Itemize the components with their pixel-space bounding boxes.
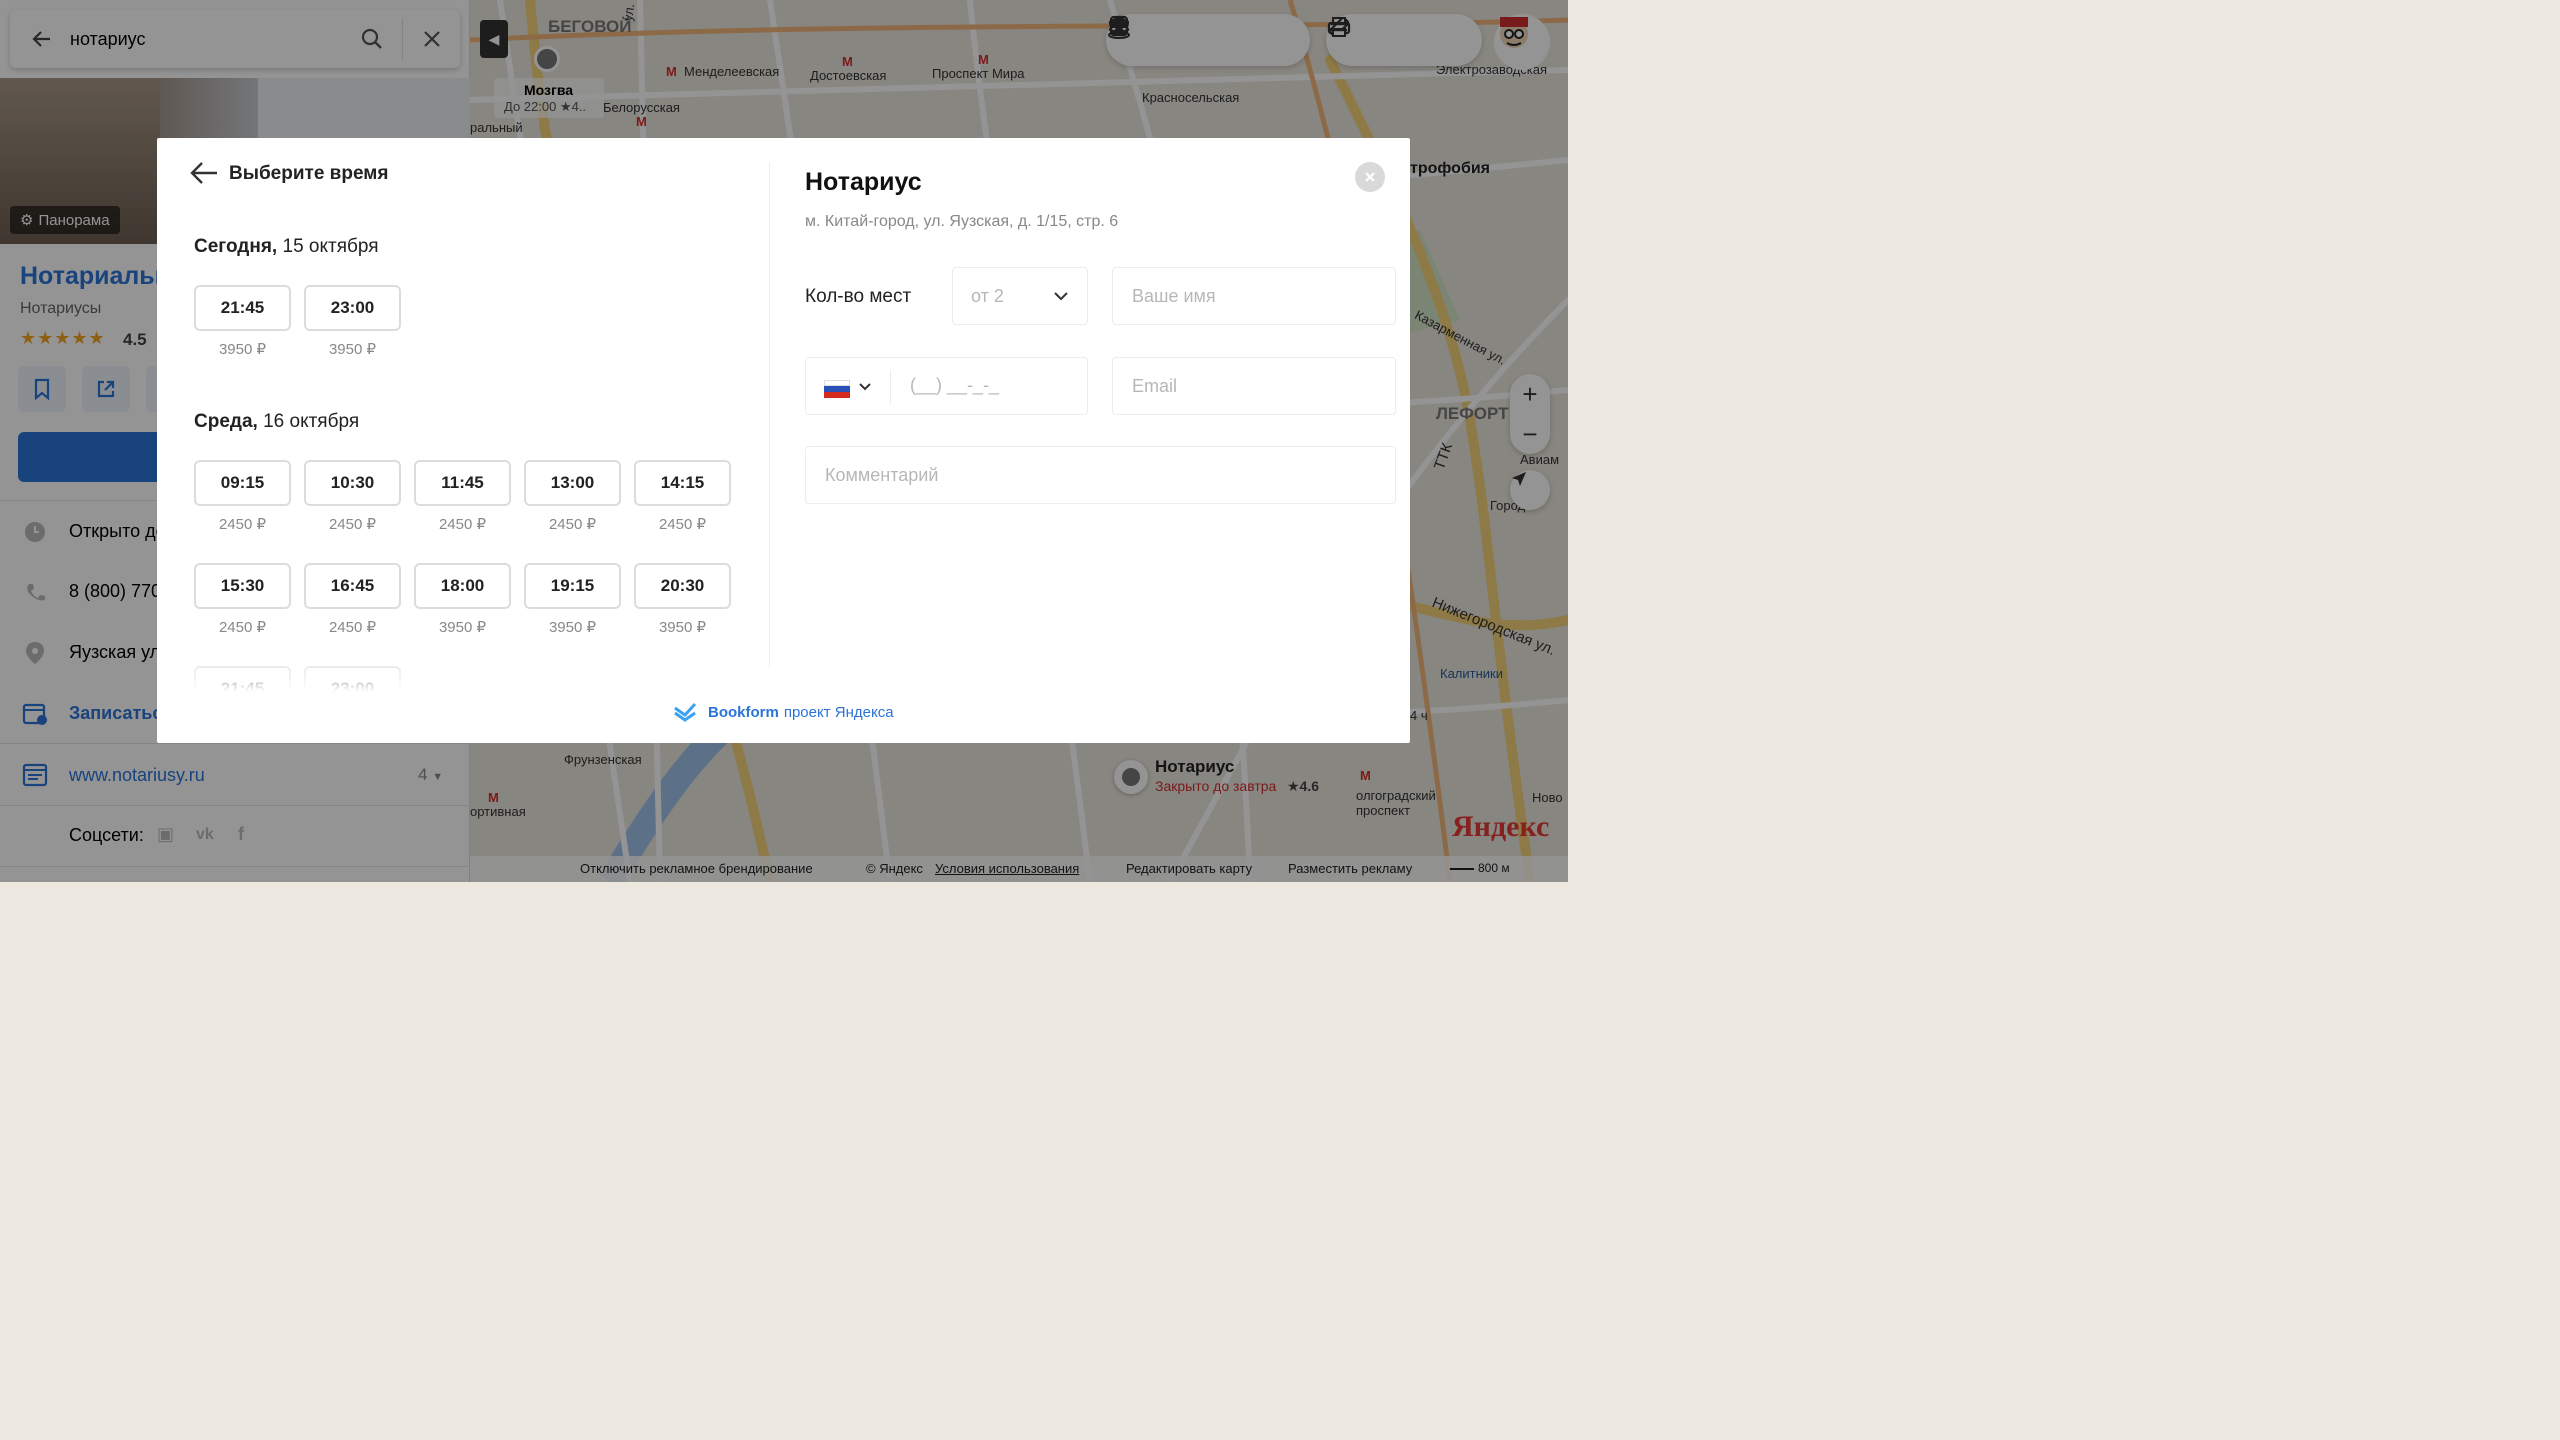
time-slot-button[interactable]: 15:30: [194, 563, 291, 609]
phone-mask: (__) __-_-_: [910, 375, 1000, 395]
email-field[interactable]: Email: [1112, 357, 1396, 415]
close-icon: [1365, 172, 1375, 182]
seats-select[interactable]: от 2: [952, 267, 1088, 325]
phone-field[interactable]: (__) __-_-_: [805, 357, 1088, 415]
name-placeholder: Ваше имя: [1132, 285, 1216, 306]
time-slot-price: 2450 ₽: [328, 619, 377, 636]
field-divider: [890, 370, 891, 404]
time-slot-button[interactable]: 09:15: [194, 460, 291, 506]
time-slot-button[interactable]: 18:00: [414, 563, 511, 609]
time-slot-price: 3950 ₽: [218, 341, 267, 358]
bookform-logo-icon: [674, 702, 697, 722]
time-slot-button[interactable]: 20:30: [634, 563, 731, 609]
column-divider: [769, 162, 770, 667]
bookform-footer[interactable]: Bookform проект Яндекса: [672, 700, 894, 724]
time-slot-price: 2450 ₽: [548, 516, 597, 533]
day-date: 15 октября: [282, 236, 379, 257]
time-slot-price: 3950 ₽: [548, 619, 597, 636]
bookform-brand: Bookform: [708, 703, 779, 721]
back-arrow-icon[interactable]: [189, 160, 219, 191]
day-label: Среда,: [194, 411, 258, 432]
time-slot-price: 2450 ₽: [218, 619, 267, 636]
slots-scroll[interactable]: Сегодня, 15 октября 21:45 3950 ₽ 23:00 3950…: [157, 218, 767, 692]
modal-step-title: Выберите время: [229, 163, 389, 184]
time-slot-button[interactable]: 11:45: [414, 460, 511, 506]
seats-value: от 2: [971, 285, 1004, 306]
time-slot-price: 3950 ₽: [658, 619, 707, 636]
time-slot-price: 3950 ₽: [328, 341, 377, 358]
time-slot-button[interactable]: 23:00: [304, 285, 401, 331]
time-slot-button[interactable]: 14:15: [634, 460, 731, 506]
day-heading: Среда, 16 октября: [194, 411, 359, 433]
time-slot-price: 2450 ₽: [328, 516, 377, 533]
org-title: Нотариус: [805, 168, 922, 196]
time-slot-price: 3950 ₽: [438, 619, 487, 636]
time-slot-button[interactable]: 19:15: [524, 563, 621, 609]
time-slot-button[interactable]: 21:45: [194, 285, 291, 331]
time-slot-button[interactable]: 13:00: [524, 460, 621, 506]
chevron-down-icon: [1054, 292, 1068, 301]
email-placeholder: Email: [1132, 375, 1178, 396]
time-slot-price: 2450 ₽: [438, 516, 487, 533]
time-slot-button[interactable]: 10:30: [304, 460, 401, 506]
name-field[interactable]: Ваше имя: [1112, 267, 1396, 325]
comment-field[interactable]: Комментарий: [805, 446, 1396, 504]
time-slot-price: 2450 ₽: [218, 516, 267, 533]
russia-flag-icon[interactable]: [824, 380, 850, 398]
comment-placeholder: Комментарий: [825, 464, 939, 485]
chevron-down-icon[interactable]: [858, 382, 872, 392]
seats-label: Кол-во мест: [805, 286, 912, 307]
scroll-fade: [157, 648, 767, 692]
bookform-text: проект Яндекса: [783, 703, 894, 721]
booking-modal: Выберите время Сегодня, 15 октября 21:45…: [157, 138, 1410, 743]
time-slot-button[interactable]: 16:45: [304, 563, 401, 609]
org-address: м. Китай-город, ул. Яузская, д. 1/15, ст…: [805, 213, 1119, 230]
close-button[interactable]: [1355, 162, 1385, 192]
day-date: 16 октября: [263, 411, 360, 432]
time-slot-price: 2450 ₽: [658, 516, 707, 533]
day-heading: Сегодня, 15 октября: [194, 236, 379, 258]
day-label: Сегодня,: [194, 236, 278, 257]
